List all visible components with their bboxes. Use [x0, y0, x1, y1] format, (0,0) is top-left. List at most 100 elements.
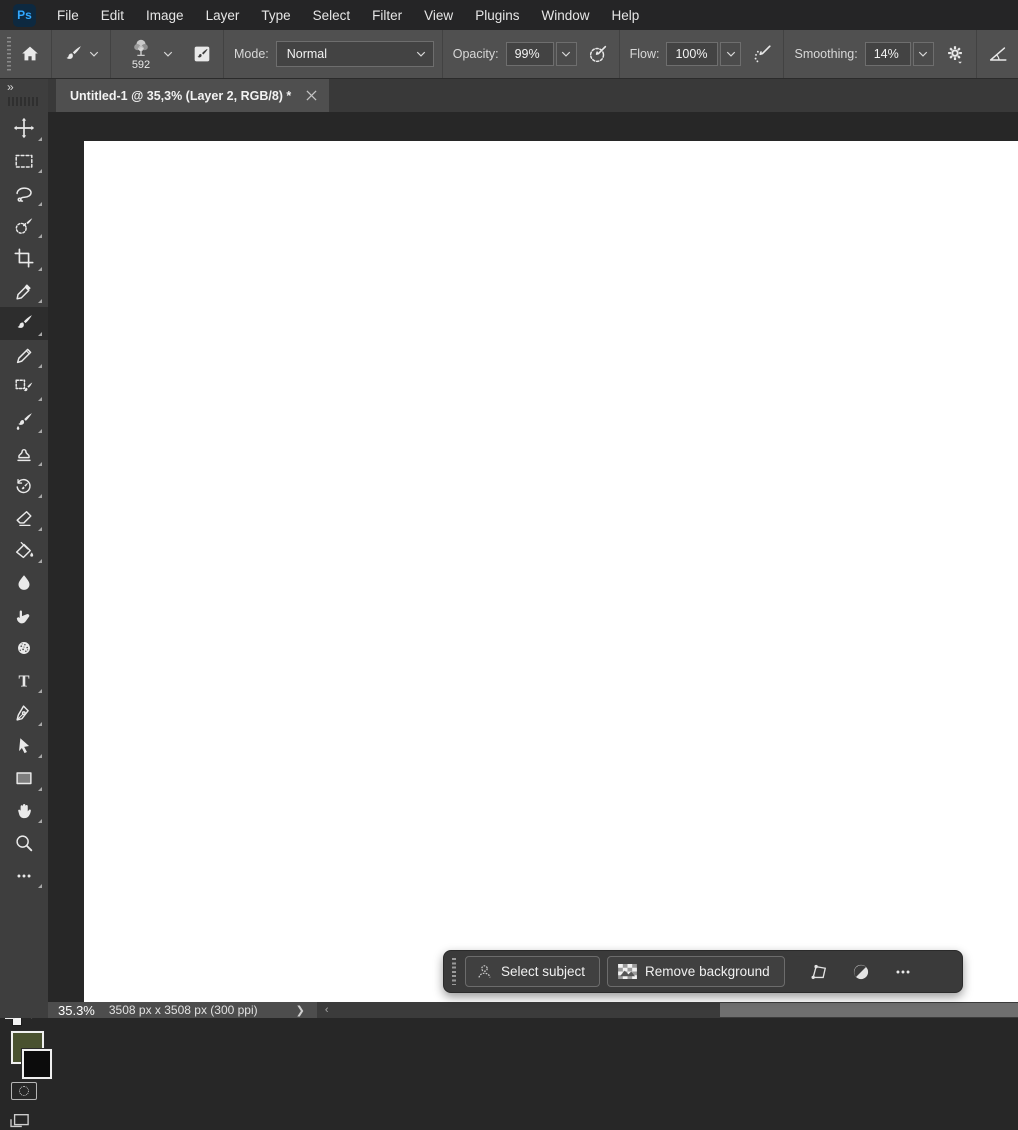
- contextual-task-bar: Select subject Remove background: [443, 950, 963, 993]
- crop-tool[interactable]: [0, 242, 48, 275]
- tool-options-bar: 592 Mode: Normal Opacity: 99% Flow: 100%…: [0, 30, 1018, 79]
- menu-file[interactable]: File: [46, 0, 90, 30]
- flyout-triangle-icon: [38, 494, 42, 498]
- zoom-level-field[interactable]: 35.3%: [48, 1003, 109, 1018]
- type-tool[interactable]: T: [0, 665, 48, 698]
- background-color-swatch[interactable]: [21, 1048, 53, 1080]
- path-selection-tool[interactable]: [0, 730, 48, 763]
- flyout-triangle-icon: [38, 136, 42, 141]
- photoshop-logo-icon: Ps: [13, 3, 36, 27]
- quick-mask-mode-button[interactable]: [11, 1082, 37, 1100]
- eyedropper-tool[interactable]: [0, 275, 48, 308]
- hand-tool[interactable]: [0, 795, 48, 828]
- select-subject-button[interactable]: Select subject: [465, 956, 601, 987]
- tool-rail-grip[interactable]: [8, 97, 38, 106]
- svg-text:T: T: [18, 671, 29, 690]
- mixer-brush-tool[interactable]: [0, 405, 48, 438]
- status-bar: 35.3% 3508 px x 3508 px (300 ppi) ❯ ‹: [48, 1002, 1018, 1018]
- document-canvas[interactable]: [84, 141, 1018, 1002]
- rectangular-marquee-tool[interactable]: [0, 145, 48, 178]
- brush-tool-preset-icon[interactable]: [60, 41, 86, 67]
- smoothing-dropdown-button[interactable]: [912, 42, 934, 66]
- zoom-tool[interactable]: [0, 827, 48, 860]
- blend-mode-select[interactable]: Normal: [275, 41, 434, 67]
- menu-window[interactable]: Window: [530, 0, 600, 30]
- separator: [783, 30, 785, 78]
- chevron-down-icon[interactable]: [159, 41, 177, 67]
- flyout-triangle-icon: [38, 526, 42, 531]
- horizontal-scrollbar-thumb[interactable]: [720, 1003, 1018, 1017]
- menu-image[interactable]: Image: [135, 0, 195, 30]
- smudge-tool[interactable]: [0, 600, 48, 633]
- brush-angle-icon[interactable]: [985, 41, 1011, 67]
- smoothing-field[interactable]: 14%: [864, 42, 911, 66]
- menu-select[interactable]: Select: [302, 0, 362, 30]
- selection-brush-tool[interactable]: [0, 210, 48, 243]
- pen-tool[interactable]: [0, 697, 48, 730]
- edit-toolbar-button[interactable]: [0, 860, 48, 893]
- menu-plugins[interactable]: Plugins: [464, 0, 530, 30]
- adjustment-brush-tool[interactable]: [0, 372, 48, 405]
- pasteboard: [48, 112, 1018, 1002]
- sponge-tool[interactable]: [0, 632, 48, 665]
- remove-background-button[interactable]: Remove background: [607, 956, 785, 987]
- clone-stamp-tool[interactable]: [0, 437, 48, 470]
- paint-bucket-tool[interactable]: [0, 535, 48, 568]
- task-bar-drag-handle[interactable]: [452, 958, 456, 985]
- document-info: 3508 px x 3508 px (300 ppi): [108, 1003, 258, 1017]
- image-checker-icon: [618, 964, 637, 979]
- transform-image-button[interactable]: [804, 957, 834, 987]
- menu-view[interactable]: View: [413, 0, 464, 30]
- smoothing-label: Smoothing:: [794, 47, 858, 61]
- separator: [441, 30, 443, 78]
- rectangle-tool[interactable]: [0, 762, 48, 795]
- gear-icon[interactable]: [942, 41, 968, 67]
- opacity-field[interactable]: 99%: [505, 42, 554, 66]
- flyout-triangle-icon: [38, 299, 42, 303]
- eraser-tool[interactable]: [0, 502, 48, 535]
- flyout-triangle-icon: [38, 396, 42, 401]
- opacity-dropdown-button[interactable]: [555, 42, 577, 66]
- opacity-label: Opacity:: [452, 47, 499, 61]
- move-tool[interactable]: [0, 112, 48, 145]
- flyout-triangle-icon: [38, 429, 42, 433]
- flyout-triangle-icon: [38, 234, 42, 238]
- menu-layer[interactable]: Layer: [195, 0, 251, 30]
- flyout-triangle-icon: [38, 266, 42, 271]
- flyout-triangle-icon: [38, 201, 42, 206]
- scroll-left-chevron-icon[interactable]: ‹: [317, 1004, 337, 1016]
- toggle-brush-settings-panel-button[interactable]: [189, 41, 215, 67]
- home-icon[interactable]: [17, 41, 43, 67]
- flyout-triangle-icon: [38, 331, 42, 336]
- history-brush-tool[interactable]: [0, 470, 48, 503]
- lasso-tool[interactable]: [0, 177, 48, 210]
- separator: [975, 30, 977, 78]
- pressure-opacity-icon[interactable]: [585, 41, 611, 67]
- screen-mode-button[interactable]: [8, 1110, 40, 1130]
- menu-help[interactable]: Help: [600, 0, 650, 30]
- blur-tool[interactable]: [0, 567, 48, 600]
- collapse-panels-icon[interactable]: »: [7, 80, 14, 94]
- flow-field[interactable]: 100%: [666, 42, 719, 66]
- flyout-triangle-icon: [38, 754, 42, 758]
- adjustments-button[interactable]: [846, 957, 876, 987]
- pencil-tool[interactable]: [0, 340, 48, 373]
- flyout-triangle-icon: [38, 721, 42, 726]
- tool-rail-header: »: [0, 79, 48, 112]
- menu-type[interactable]: Type: [250, 0, 301, 30]
- brush-preset-picker[interactable]: 592: [123, 37, 159, 71]
- flow-dropdown-button[interactable]: [720, 42, 742, 66]
- task-bar-more-button[interactable]: [888, 957, 918, 987]
- options-bar-grip[interactable]: [6, 37, 11, 71]
- chevron-down-icon: [415, 48, 427, 60]
- brush-tool[interactable]: [0, 307, 48, 340]
- menu-filter[interactable]: Filter: [361, 0, 413, 30]
- blend-mode-value: Normal: [286, 47, 328, 61]
- close-tab-icon[interactable]: [303, 88, 319, 104]
- airbrush-icon[interactable]: [749, 41, 775, 67]
- menu-edit[interactable]: Edit: [90, 0, 135, 30]
- document-tab[interactable]: Untitled-1 @ 35,3% (Layer 2, RGB/8) *: [56, 79, 330, 112]
- status-expand-chevron-icon[interactable]: ❯: [284, 1004, 317, 1017]
- document-tab-strip: Untitled-1 @ 35,3% (Layer 2, RGB/8) *: [48, 79, 1018, 112]
- chevron-down-icon[interactable]: [86, 41, 102, 67]
